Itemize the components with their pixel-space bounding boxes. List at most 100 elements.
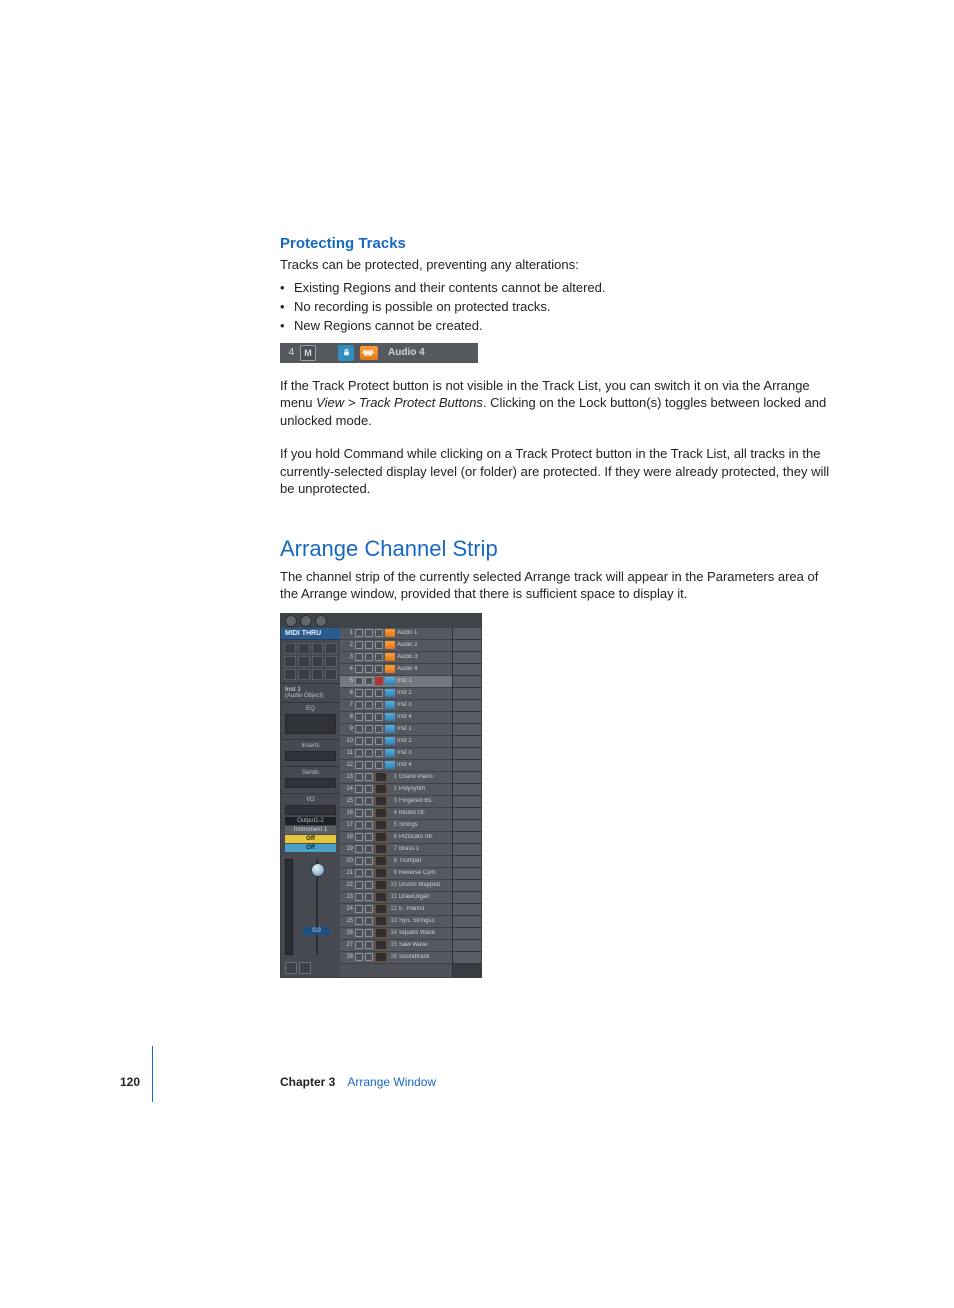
tool-button[interactable] (298, 643, 310, 654)
fader-knob-icon[interactable] (311, 863, 325, 877)
solo-button[interactable] (299, 962, 311, 974)
track-row[interactable]: 131Grand Piano (340, 772, 452, 784)
track-row[interactable]: 153Fingered Bs. (340, 796, 452, 808)
solo-button[interactable] (365, 881, 373, 889)
track-row[interactable]: 197Brass 1 (340, 844, 452, 856)
arrange-lane-segment[interactable] (453, 640, 481, 652)
io-section[interactable]: I/O Output1-2 Instrument 1 Off Off (281, 793, 340, 855)
solo-button[interactable] (365, 929, 373, 937)
arrange-lane-segment[interactable] (453, 724, 481, 736)
track-row[interactable]: 2816Soundtrack (340, 952, 452, 964)
tool-button[interactable] (312, 643, 324, 654)
mute-button[interactable] (355, 689, 363, 697)
track-row[interactable]: 175Strings (340, 820, 452, 832)
mute-button[interactable] (355, 821, 363, 829)
record-enable-button[interactable] (375, 653, 383, 661)
mute-button[interactable] (285, 962, 297, 974)
solo-button[interactable] (365, 845, 373, 853)
waveform-icon[interactable] (360, 346, 378, 360)
solo-button[interactable] (365, 689, 373, 697)
mute-button[interactable] (355, 929, 363, 937)
arrange-lane-segment[interactable] (453, 820, 481, 832)
mute-button[interactable] (355, 725, 363, 733)
tool-button[interactable] (312, 656, 324, 667)
bypass-button[interactable]: Off (285, 835, 336, 843)
solo-button[interactable] (365, 677, 373, 685)
volume-fader[interactable]: 0.0 (297, 859, 336, 955)
arrange-lane-segment[interactable] (453, 748, 481, 760)
solo-button[interactable] (365, 833, 373, 841)
solo-button[interactable] (365, 701, 373, 709)
record-enable-button[interactable] (375, 749, 383, 757)
arrange-lane-segment[interactable] (453, 736, 481, 748)
sends-section[interactable]: Sends (281, 766, 340, 793)
track-row[interactable]: 2311DrawOrgan (340, 892, 452, 904)
track-row[interactable]: 10Inst 2 (340, 736, 452, 748)
tool-button[interactable] (284, 669, 296, 680)
track-row[interactable]: 2412E. Piano1 (340, 904, 452, 916)
mute-button[interactable] (355, 833, 363, 841)
instrument-slot[interactable]: Instrument 1 (285, 826, 336, 834)
solo-button[interactable] (365, 941, 373, 949)
tool-button[interactable] (298, 656, 310, 667)
track-row[interactable]: 2Audio 2 (340, 640, 452, 652)
tool-button[interactable] (284, 656, 296, 667)
track-row[interactable]: 2715Saw Wave (340, 940, 452, 952)
record-enable-button[interactable] (375, 737, 383, 745)
arrange-lane-segment[interactable] (453, 712, 481, 724)
solo-button[interactable] (365, 953, 373, 961)
tool-button[interactable] (325, 643, 337, 654)
mute-button[interactable] (355, 845, 363, 853)
mute-button[interactable] (355, 941, 363, 949)
mute-button[interactable] (355, 653, 363, 661)
midi-thru-header[interactable]: MIDI THRU (281, 628, 340, 640)
mute-button[interactable] (355, 917, 363, 925)
solo-button[interactable] (365, 737, 373, 745)
solo-button[interactable] (365, 713, 373, 721)
mute-button[interactable] (355, 809, 363, 817)
solo-button[interactable] (365, 917, 373, 925)
tool-button[interactable] (325, 656, 337, 667)
track-row[interactable]: 186Pizzicato Str (340, 832, 452, 844)
tool-button[interactable] (312, 669, 324, 680)
mute-button[interactable] (355, 953, 363, 961)
arrange-lane-segment[interactable] (453, 700, 481, 712)
track-row[interactable]: 142Polysynth (340, 784, 452, 796)
track-row[interactable]: 6Inst 2 (340, 688, 452, 700)
arrange-lane-segment[interactable] (453, 652, 481, 664)
solo-button[interactable] (365, 629, 373, 637)
arrange-lane-segment[interactable] (453, 904, 481, 916)
arrange-lane-segment[interactable] (453, 808, 481, 820)
tool-button[interactable] (325, 669, 337, 680)
tool-button[interactable] (284, 643, 296, 654)
mute-button[interactable] (355, 641, 363, 649)
record-enable-button[interactable] (375, 725, 383, 733)
solo-button[interactable] (365, 869, 373, 877)
track-row[interactable]: 11Inst 3 (340, 748, 452, 760)
arrange-lane-segment[interactable] (453, 868, 481, 880)
traffic-light-icon[interactable] (285, 615, 297, 627)
track-row[interactable]: 4Audio 4 (340, 664, 452, 676)
mute-button[interactable] (355, 785, 363, 793)
solo-button[interactable] (365, 665, 373, 673)
arrange-lane-segment[interactable] (453, 664, 481, 676)
solo-button[interactable] (365, 653, 373, 661)
record-enable-button[interactable] (375, 761, 383, 769)
mute-button[interactable] (355, 737, 363, 745)
arrange-lane-segment[interactable] (453, 952, 481, 964)
record-enable-button[interactable] (375, 713, 383, 721)
solo-button[interactable] (365, 893, 373, 901)
solo-button[interactable] (365, 821, 373, 829)
mute-button[interactable] (355, 761, 363, 769)
track-row[interactable]: 9Inst 1 (340, 724, 452, 736)
mute-button[interactable] (355, 857, 363, 865)
mute-button[interactable] (355, 881, 363, 889)
record-enable-button[interactable] (375, 665, 383, 673)
record-enable-button[interactable] (375, 641, 383, 649)
mute-button[interactable] (355, 869, 363, 877)
arrange-lane-segment[interactable] (453, 940, 481, 952)
mute-button[interactable] (355, 905, 363, 913)
solo-button[interactable] (365, 797, 373, 805)
arrange-lane-segment[interactable] (453, 688, 481, 700)
mute-button[interactable] (355, 701, 363, 709)
